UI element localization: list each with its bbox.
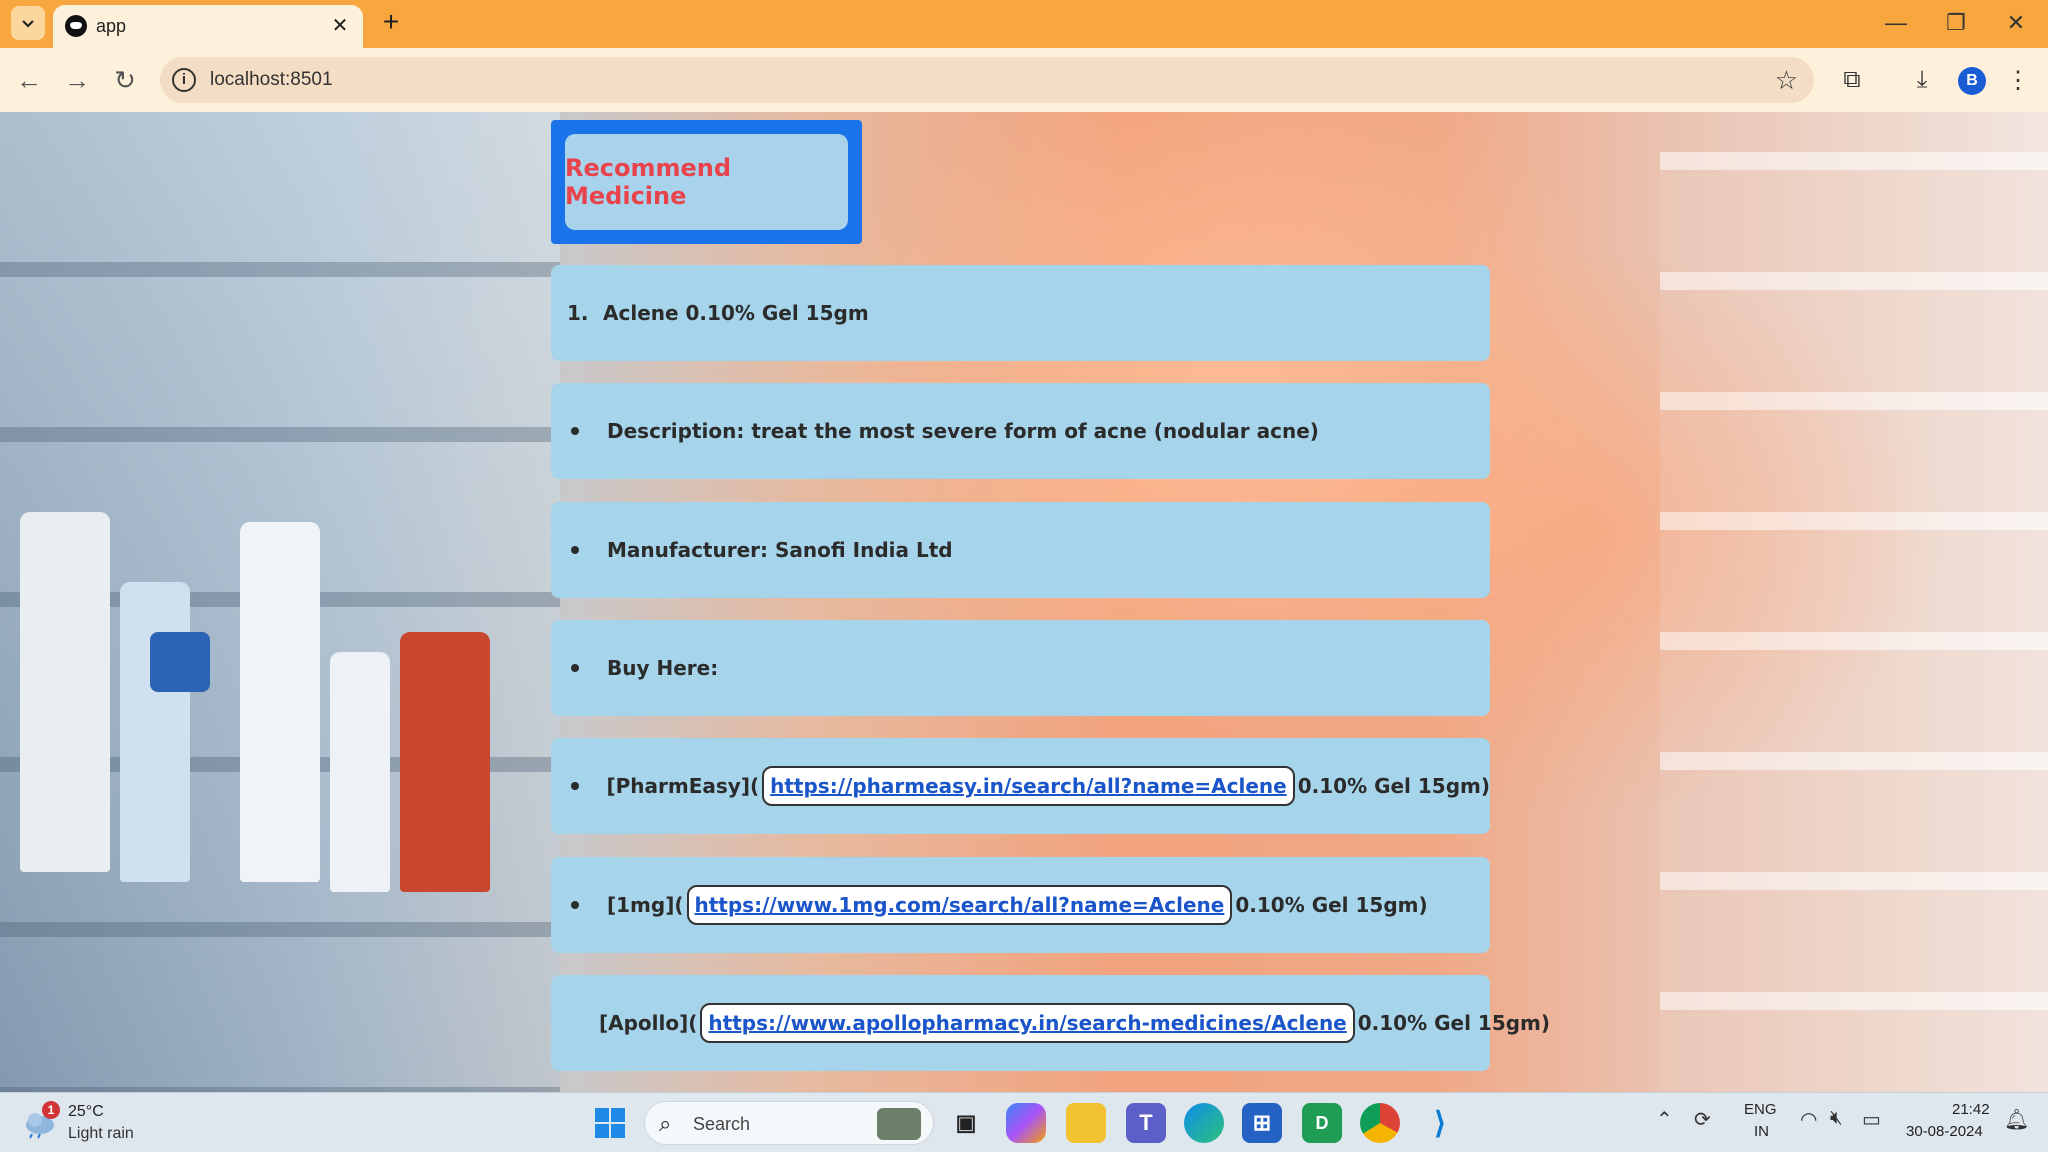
streamlit-favicon-icon [65, 15, 87, 37]
browser-tab[interactable]: app ✕ [53, 5, 363, 48]
page-title: Recommend Medicine [565, 134, 848, 230]
taskbar-search-box[interactable]: ⌕ Search [644, 1101, 934, 1145]
bullet-icon [571, 901, 579, 909]
copilot-icon[interactable] [1006, 1103, 1046, 1143]
tab-search-button[interactable] [11, 6, 45, 40]
link-prefix: [Apollo]( [599, 1011, 698, 1035]
manufacturer-item: Manufacturer: Sanofi India Ltd [551, 502, 1490, 598]
clock-time[interactable]: 21:42 [1952, 1101, 1990, 1118]
pharmeasy-link[interactable]: https://pharmeasy.in/search/all?name=Acl… [762, 766, 1295, 806]
background-bottle [240, 522, 320, 882]
apollo-link-item: [Apollo]( https://www.apollopharmacy.in/… [551, 975, 1550, 1071]
weather-temperature[interactable]: 25°C [68, 1103, 104, 1121]
clock-date[interactable]: 30-08-2024 [1906, 1123, 1983, 1140]
chevron-down-icon [22, 20, 34, 28]
app-d-icon[interactable]: D [1302, 1103, 1342, 1143]
link-suffix: 0.10% Gel 15gm) [1235, 893, 1428, 917]
background-bottle [330, 652, 390, 892]
wifi-icon[interactable]: ◠ [1800, 1107, 1817, 1132]
taskbar-search-placeholder: Search [693, 1114, 751, 1134]
background-bottle [20, 512, 110, 872]
weather-notification-badge: 1 [42, 1101, 60, 1119]
weather-description[interactable]: Light rain [68, 1125, 134, 1143]
link-prefix: [1mg]( [607, 893, 684, 917]
description-item: Description: treat the most severe form … [551, 383, 1490, 479]
1mg-link-item: [1mg]( https://www.1mg.com/search/all?na… [551, 857, 1490, 953]
description-text: Description: treat the most severe form … [607, 419, 1319, 443]
link-prefix: [PharmEasy]( [606, 774, 760, 798]
region-indicator[interactable]: IN [1754, 1123, 1769, 1140]
background-shelf-right [1660, 152, 2048, 1092]
battery-icon[interactable]: ▭ [1862, 1107, 1881, 1132]
background-bottle-cap [150, 632, 210, 692]
link-suffix: 0.10% Gel 15gm) [1297, 774, 1490, 798]
microsoft-store-icon[interactable]: ⊞ [1242, 1103, 1282, 1143]
sync-icon[interactable]: ⟳ [1694, 1107, 1711, 1132]
profile-avatar[interactable]: B [1958, 67, 1986, 95]
buy-here-label: Buy Here: [607, 656, 719, 680]
file-explorer-icon[interactable] [1066, 1103, 1106, 1143]
1mg-link[interactable]: https://www.1mg.com/search/all?name=Acle… [686, 885, 1233, 925]
search-highlight-icon [877, 1108, 921, 1140]
address-bar[interactable]: i localhost:8501 ☆ [160, 57, 1814, 103]
link-suffix: 0.10% Gel 15gm) [1357, 1011, 1551, 1035]
buy-here-item: Buy Here: [551, 620, 1490, 716]
forward-icon[interactable]: → [59, 62, 95, 98]
show-hidden-icons-chevron-icon[interactable]: ⌃ [1656, 1107, 1673, 1132]
background-bottle [120, 582, 190, 882]
extensions-icon[interactable]: ⧉ [1834, 62, 1870, 98]
chrome-icon[interactable] [1360, 1103, 1400, 1143]
bullet-icon [571, 427, 579, 435]
tab-close-icon[interactable]: ✕ [329, 15, 351, 37]
pharmeasy-link-item: [PharmEasy]( https://pharmeasy.in/search… [551, 738, 1490, 834]
browser-titlebar: app ✕ + — ❐ ✕ [0, 0, 2048, 48]
minimize-icon[interactable]: — [1874, 6, 1918, 40]
back-icon[interactable]: ← [11, 62, 47, 98]
language-indicator[interactable]: ENG [1744, 1101, 1777, 1118]
vscode-icon[interactable]: ⟩ [1420, 1103, 1460, 1143]
new-tab-button[interactable]: + [376, 8, 406, 38]
apollo-link[interactable]: https://www.apollopharmacy.in/search-med… [700, 1003, 1355, 1043]
volume-muted-icon[interactable]: 🔇︎ [1830, 1107, 1843, 1130]
manufacturer-text: Manufacturer: Sanofi India Ltd [607, 538, 953, 562]
download-icon[interactable]: ⤓ [1904, 62, 1940, 98]
medicine-name-item: 1. Aclene 0.10% Gel 15gm [551, 265, 1490, 361]
restore-icon[interactable]: ❐ [1934, 6, 1978, 40]
medicine-name: Aclene 0.10% Gel 15gm [603, 301, 869, 325]
bookmark-star-icon[interactable]: ☆ [1775, 65, 1798, 96]
menu-kebab-icon[interactable]: ⋮ [2000, 62, 2036, 98]
close-window-icon[interactable]: ✕ [1994, 6, 2038, 40]
task-view-icon[interactable]: ▣ [946, 1103, 986, 1143]
windows-start-icon[interactable] [594, 1107, 626, 1139]
bullet-icon [571, 664, 579, 672]
bullet-icon [571, 546, 579, 554]
recommend-medicine-heading-box: Recommend Medicine [551, 120, 862, 244]
bullet-icon [571, 782, 579, 790]
site-info-icon[interactable]: i [172, 68, 196, 92]
browser-toolbar: ← → ↻ i localhost:8501 ☆ ⧉ ⤓ ⋮ [0, 48, 2048, 112]
background-bottle [400, 632, 490, 892]
search-icon: ⌕ [659, 1111, 672, 1136]
url-text[interactable]: localhost:8501 [210, 69, 333, 91]
notification-bell-icon[interactable]: 🔔︎ [2004, 1107, 2029, 1132]
page-viewport: Recommend Medicine 1. Aclene 0.10% Gel 1… [0, 112, 2048, 1092]
windows-taskbar: 1 25°C Light rain ⌕ Search ▣ T ⊞ D ⟩ ⌃ ⟳… [0, 1092, 2048, 1152]
edge-icon[interactable] [1184, 1103, 1224, 1143]
reload-icon[interactable]: ↻ [107, 62, 143, 98]
teams-icon[interactable]: T [1126, 1103, 1166, 1143]
tab-title: app [96, 16, 127, 36]
list-number: 1. [567, 301, 589, 325]
